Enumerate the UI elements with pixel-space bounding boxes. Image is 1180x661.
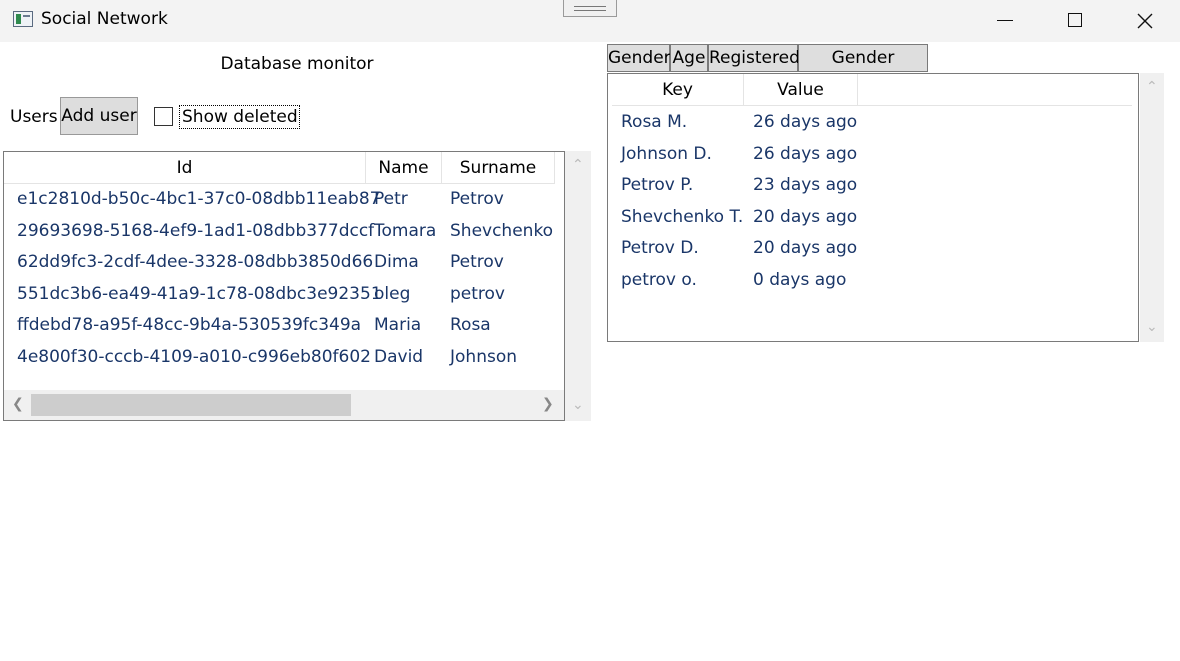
scroll-right-icon[interactable]: ❯ (542, 396, 554, 412)
cell-key: petrov o. (621, 270, 697, 290)
cell-id: 4e800f30-cccb-4109-a010-c996eb80f602 (17, 347, 371, 367)
column-header-name[interactable]: Name (366, 152, 442, 184)
cell-value: 26 days ago (753, 112, 858, 132)
cell-name: Tomara (374, 221, 437, 241)
cell-value: 26 days ago (753, 144, 858, 164)
scroll-up-icon[interactable]: ⌃ (572, 157, 584, 173)
cell-name: oleg (374, 284, 411, 304)
title-bar: Social Network (0, 0, 1180, 42)
cell-value: 0 days ago (753, 270, 847, 290)
close-button[interactable] (1110, 0, 1180, 42)
list-item[interactable]: Rosa M. 26 days ago (608, 107, 1128, 138)
cell-name: Dima (374, 252, 419, 272)
cell-name: Petr (374, 189, 408, 209)
cell-surname: Petrov (450, 189, 504, 209)
table-row[interactable]: e1c2810d-b50c-4bc1-37c0-08dbb11eab87 Pet… (4, 184, 564, 215)
app-icon (13, 11, 33, 27)
table-row[interactable]: 551dc3b6-ea49-41a9-1c78-08dbc3e92351 ole… (4, 279, 564, 310)
scroll-left-icon[interactable]: ❮ (12, 396, 24, 412)
table-row[interactable]: 62dd9fc3-2cdf-4dee-3328-08dbb3850d66 Dim… (4, 247, 564, 278)
list-item[interactable]: Petrov P. 23 days ago (608, 170, 1128, 201)
stats-table: Key Value Rosa M. 26 days ago Johnson D.… (607, 73, 1139, 342)
maximize-icon (1068, 13, 1082, 27)
column-header-surname[interactable]: Surname (442, 152, 555, 184)
tab-gender[interactable]: Gender (607, 44, 671, 72)
users-table: Id Name Surname e1c2810d-b50c-4bc1-37c0-… (3, 151, 565, 421)
window-title: Social Network (41, 9, 168, 29)
scroll-down-icon[interactable]: ⌄ (572, 397, 584, 413)
maximize-button[interactable] (1040, 0, 1110, 42)
horizontal-scrollbar[interactable]: ❮ ❯ (4, 390, 564, 420)
column-header-key[interactable]: Key (612, 74, 744, 106)
cell-value: 20 days ago (753, 238, 858, 258)
table-row[interactable]: 29693698-5168-4ef9-1ad1-08dbb377dccf Tom… (4, 216, 564, 247)
show-deleted-label[interactable]: Show deleted (179, 105, 300, 129)
cell-name: David (374, 347, 424, 367)
users-vertical-scrollbar[interactable]: ⌃ ⌄ (565, 151, 591, 421)
list-item[interactable]: petrov o. 0 days ago (608, 265, 1128, 296)
table-row[interactable]: 4e800f30-cccb-4109-a010-c996eb80f602 Dav… (4, 342, 564, 373)
cell-surname: Johnson (450, 347, 517, 367)
cell-id: 551dc3b6-ea49-41a9-1c78-08dbc3e92351 (17, 284, 382, 304)
cell-surname: petrov (450, 284, 505, 304)
cell-key: Petrov P. (621, 175, 694, 195)
tab-age[interactable]: Age (670, 44, 708, 72)
header-divider (612, 105, 1132, 106)
list-item[interactable]: Shevchenko T. 20 days ago (608, 202, 1128, 233)
cell-id: e1c2810d-b50c-4bc1-37c0-08dbb11eab87 (17, 189, 381, 209)
minimize-button[interactable] (970, 0, 1040, 42)
scroll-down-icon[interactable]: ⌄ (1146, 319, 1158, 335)
cell-value: 20 days ago (753, 207, 858, 227)
stats-vertical-scrollbar[interactable]: ⌃ ⌄ (1140, 73, 1164, 342)
close-icon (1137, 13, 1153, 29)
cell-surname: Rosa (450, 315, 491, 335)
cell-name: Maria (374, 315, 422, 335)
cell-key: Johnson D. (621, 144, 712, 164)
cell-id: 29693698-5168-4ef9-1ad1-08dbb377dccf (17, 221, 375, 241)
column-header-id[interactable]: Id (4, 152, 366, 184)
cell-id: 62dd9fc3-2cdf-4dee-3328-08dbb3850d66 (17, 252, 374, 272)
users-label: Users (10, 107, 58, 127)
add-user-button[interactable]: Add user (60, 97, 138, 135)
minimize-icon (997, 20, 1013, 21)
snap-grip-handle[interactable] (563, 0, 617, 17)
cell-id: ffdebd78-a95f-48cc-9b4a-530539fc349a (17, 315, 362, 335)
table-row[interactable]: ffdebd78-a95f-48cc-9b4a-530539fc349a Mar… (4, 310, 564, 341)
page-title: Database monitor (220, 54, 374, 74)
cell-value: 23 days ago (753, 175, 858, 195)
cell-key: Shevchenko T. (621, 207, 744, 227)
column-header-value[interactable]: Value (744, 74, 858, 106)
tab-registered[interactable]: Registered (708, 44, 800, 72)
scrollbar-thumb[interactable] (31, 394, 351, 416)
cell-surname: Petrov (450, 252, 504, 272)
cell-key: Rosa M. (621, 112, 688, 132)
show-deleted-checkbox[interactable] (154, 107, 173, 126)
tab-gender-statistic[interactable]: Gender Statistic (798, 44, 928, 94)
list-item[interactable]: Petrov D. 20 days ago (608, 233, 1128, 264)
cell-key: Petrov D. (621, 238, 699, 258)
cell-surname: Shevchenko (450, 221, 554, 241)
scroll-up-icon[interactable]: ⌃ (1146, 79, 1158, 95)
list-item[interactable]: Johnson D. 26 days ago (608, 139, 1128, 170)
